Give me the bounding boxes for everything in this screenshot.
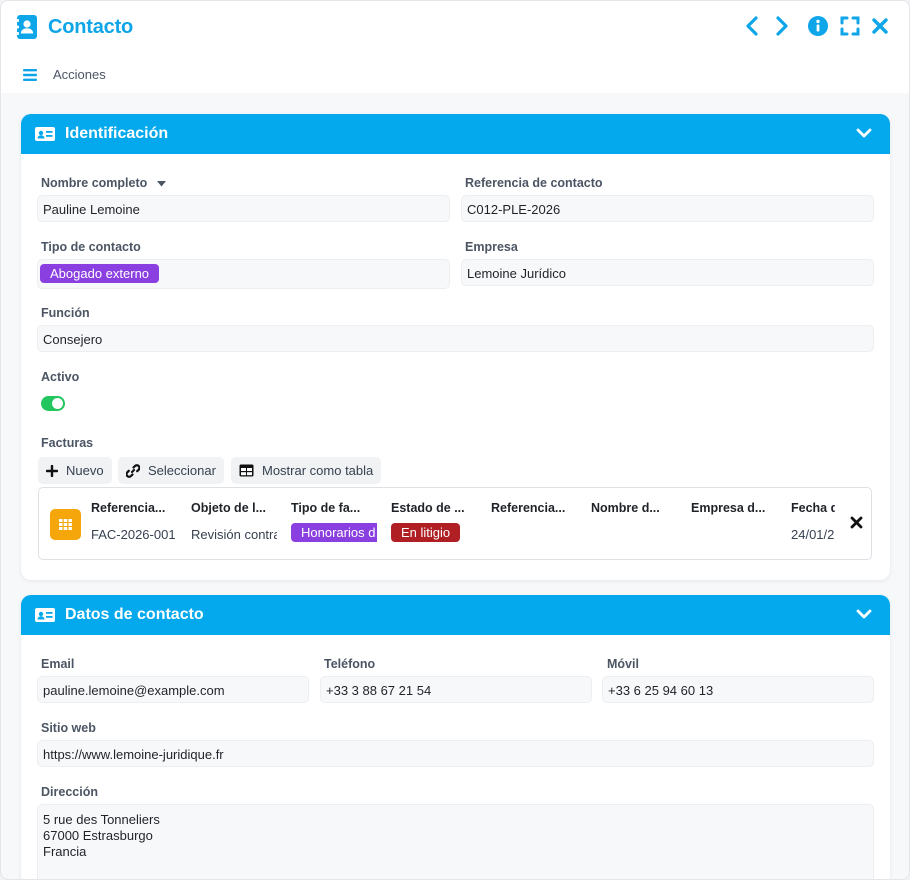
funcion-field[interactable]: Consejero bbox=[37, 325, 874, 352]
web-field[interactable]: https://www.lemoine-juridique.fr bbox=[37, 740, 874, 767]
invoice-col-referencia-2: Referencia... bbox=[491, 501, 577, 515]
mostrar-tabla-label: Mostrar como tabla bbox=[262, 463, 374, 478]
invoice-objeto: Revisión contrato bbox=[191, 527, 277, 542]
invoice-col-objeto: Objeto de l... Revisión contrato bbox=[191, 501, 277, 542]
tipo-label: Tipo de contacto bbox=[41, 240, 141, 254]
nombre-field[interactable]: Pauline Lemoine bbox=[37, 195, 450, 222]
web-label: Sitio web bbox=[41, 721, 96, 735]
seleccionar-label: Seleccionar bbox=[148, 463, 216, 478]
invoice-col-estado: Estado de ... En litigio bbox=[391, 501, 477, 542]
email-label: Email bbox=[41, 657, 75, 671]
direccion-line: 5 rue des Tonneliers bbox=[43, 812, 160, 827]
invoice-col-referencia: Referencia... FAC-2026-001 bbox=[91, 501, 177, 542]
referencia-label: Referencia de contacto bbox=[465, 176, 603, 190]
actions-menu[interactable]: Acciones bbox=[23, 67, 106, 82]
window-title-area: Contacto bbox=[16, 14, 133, 40]
funcion-label: Función bbox=[41, 306, 90, 320]
direccion-line: Francia bbox=[43, 844, 87, 859]
info-icon[interactable] bbox=[807, 15, 829, 37]
invoice-tipo-badge: Honorarios d bbox=[291, 523, 377, 542]
invoice-col-header: Fecha d bbox=[791, 501, 835, 515]
invoice-referencia: FAC-2026-001 bbox=[91, 527, 176, 542]
fullscreen-icon[interactable] bbox=[839, 15, 861, 37]
invoice-estado-cell: En litigio bbox=[391, 523, 477, 542]
section-identificacion-header[interactable]: Identificación bbox=[21, 114, 890, 154]
facturas-label: Facturas bbox=[41, 436, 94, 450]
invoice-estado-badge: En litigio bbox=[391, 523, 461, 542]
mostrar-tabla-button[interactable]: Mostrar como tabla bbox=[231, 457, 382, 484]
invoice-col-empresa: Empresa d... bbox=[691, 501, 777, 515]
close-icon[interactable] bbox=[869, 15, 891, 37]
contact-window: Contacto Acciones Identificación Nombre … bbox=[0, 0, 910, 880]
section-title: Datos de contacto bbox=[65, 606, 204, 623]
nombre-label-text: Nombre completo bbox=[41, 176, 148, 190]
table-grid-icon bbox=[50, 509, 81, 540]
empresa-label: Empresa bbox=[465, 240, 518, 254]
referencia-field[interactable]: C012-PLE-2026 bbox=[461, 195, 874, 222]
chevron-left-icon[interactable] bbox=[741, 15, 763, 37]
invoice-col-tipo: Tipo de fa... Honorarios d bbox=[291, 501, 377, 542]
invoice-col-fecha: Fecha d 24/01/2 bbox=[791, 501, 835, 542]
email-field[interactable]: pauline.lemoine@example.com bbox=[37, 676, 309, 703]
invoice-fecha: 24/01/2 bbox=[791, 527, 835, 542]
section-title: Identificación bbox=[65, 125, 169, 142]
table-icon bbox=[239, 464, 254, 477]
invoice-card[interactable]: Referencia... FAC-2026-001 Objeto de l..… bbox=[38, 487, 872, 560]
id-card-icon bbox=[35, 608, 55, 622]
activo-label: Activo bbox=[41, 370, 80, 384]
invoice-col-header: Nombre d... bbox=[591, 501, 660, 515]
section-datos-header[interactable]: Datos de contacto bbox=[21, 595, 890, 635]
nuevo-button[interactable]: Nuevo bbox=[38, 457, 112, 484]
chevron-down-icon[interactable] bbox=[856, 127, 872, 139]
invoice-col-nombre: Nombre d... bbox=[591, 501, 677, 515]
movil-field[interactable]: +33 6 25 94 60 13 bbox=[602, 676, 874, 703]
window-title: Contacto bbox=[48, 15, 134, 38]
empresa-field[interactable]: Lemoine Jurídico bbox=[461, 259, 874, 286]
direccion-label: Dirección bbox=[41, 785, 98, 799]
direccion-field[interactable]: 5 rue des Tonneliers 67000 Estrasburgo F… bbox=[37, 804, 874, 879]
seleccionar-button[interactable]: Seleccionar bbox=[118, 457, 224, 484]
telefono-label: Teléfono bbox=[324, 657, 376, 671]
hamburger-icon bbox=[23, 68, 37, 81]
top-bar: Contacto Acciones bbox=[1, 1, 909, 93]
movil-label: Móvil bbox=[607, 657, 639, 671]
invoice-tipo-cell: Honorarios d bbox=[291, 523, 377, 542]
contact-book-icon bbox=[16, 15, 37, 39]
section-datos-contacto: Datos de contacto Email pauline.lemoine@… bbox=[21, 595, 890, 879]
tipo-tag: Abogado externo bbox=[40, 264, 160, 283]
activo-toggle[interactable] bbox=[41, 396, 65, 411]
close-icon[interactable] bbox=[850, 516, 863, 529]
invoice-col-header: Referencia... bbox=[91, 501, 166, 515]
id-card-icon bbox=[35, 127, 55, 141]
direccion-line: 67000 Estrasburgo bbox=[43, 828, 153, 843]
chevron-down-icon[interactable] bbox=[856, 608, 872, 620]
window-controls bbox=[741, 15, 891, 37]
link-icon bbox=[126, 463, 140, 478]
invoice-col-header: Referencia... bbox=[491, 501, 566, 515]
caret-down-icon[interactable] bbox=[156, 180, 166, 187]
actions-label: Acciones bbox=[53, 67, 106, 82]
tipo-field[interactable]: Abogado externo bbox=[37, 259, 450, 289]
plus-icon bbox=[46, 464, 58, 477]
section-identificacion: Identificación Nombre completo Pauline L… bbox=[21, 114, 890, 580]
invoice-col-header: Tipo de fa... bbox=[291, 501, 361, 515]
chevron-right-icon[interactable] bbox=[771, 15, 793, 37]
nuevo-label: Nuevo bbox=[66, 463, 104, 478]
invoice-col-header: Objeto de l... bbox=[191, 501, 267, 515]
invoice-col-header: Estado de ... bbox=[391, 501, 465, 515]
nombre-label: Nombre completo bbox=[41, 176, 166, 190]
invoice-col-header: Empresa d... bbox=[691, 501, 766, 515]
telefono-field[interactable]: +33 3 88 67 21 54 bbox=[320, 676, 592, 703]
